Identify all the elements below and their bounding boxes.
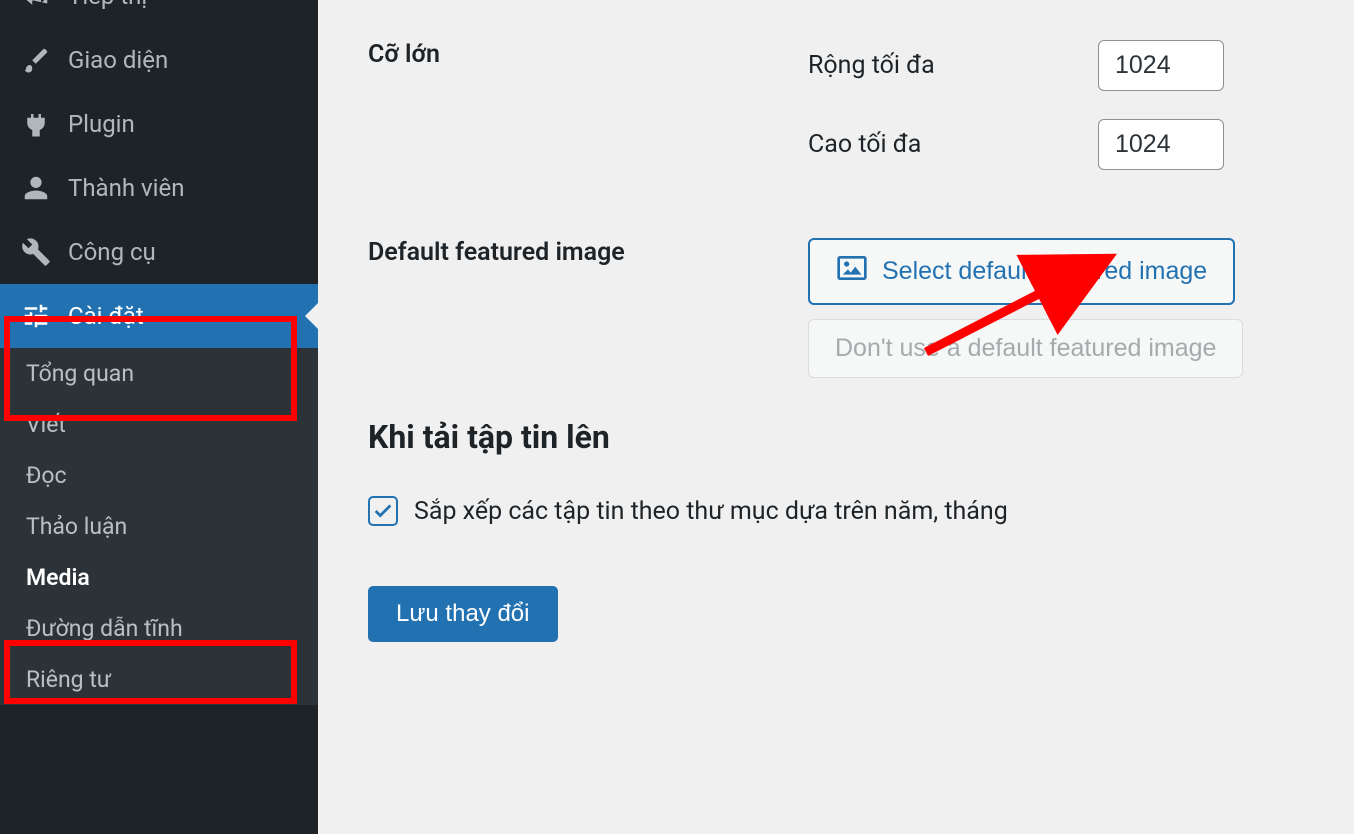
brush-icon xyxy=(20,44,52,76)
save-changes-button[interactable]: Lưu thay đổi xyxy=(368,586,558,642)
sidebar-item-label: Plugin xyxy=(68,110,135,138)
settings-content: Cỡ lớn Rộng tối đa Cao tối đa Default fe… xyxy=(318,0,1354,834)
organize-uploads-row: Sắp xếp các tập tin theo thư mục dựa trê… xyxy=(368,496,1304,526)
admin-sidebar: Tiếp thị Giao diện Plugin Thành viên Côn… xyxy=(0,0,318,834)
checkmark-icon xyxy=(372,500,394,522)
submenu-reading[interactable]: Đọc xyxy=(0,450,318,501)
organize-uploads-checkbox[interactable] xyxy=(368,496,398,526)
sidebar-item-plugins[interactable]: Plugin xyxy=(0,92,318,156)
wrench-icon xyxy=(20,236,52,268)
submenu-media[interactable]: Media xyxy=(0,552,318,603)
plugin-icon xyxy=(20,108,52,140)
sliders-icon xyxy=(20,300,52,332)
sidebar-item-label: Cài đặt xyxy=(68,302,144,330)
submenu-discussion[interactable]: Thảo luận xyxy=(0,501,318,552)
max-height-label: Cao tối đa xyxy=(808,130,1098,159)
select-featured-image-button[interactable]: Select default featured image xyxy=(808,238,1235,305)
organize-uploads-label: Sắp xếp các tập tin theo thư mục dựa trê… xyxy=(414,497,1008,526)
max-height-input[interactable] xyxy=(1098,119,1224,170)
sidebar-item-marketing[interactable]: Tiếp thị xyxy=(0,0,318,28)
large-size-label: Cỡ lớn xyxy=(368,40,808,198)
megaphone-icon xyxy=(20,0,52,12)
default-featured-image-row: Default featured image Select default fe… xyxy=(368,238,1304,378)
sidebar-item-label: Giao diện xyxy=(68,46,168,74)
sidebar-item-appearance[interactable]: Giao diện xyxy=(0,28,318,92)
select-image-btn-label: Select default featured image xyxy=(882,257,1207,286)
sidebar-item-tools[interactable]: Công cụ xyxy=(0,220,318,284)
max-width-input[interactable] xyxy=(1098,40,1224,91)
submenu-privacy[interactable]: Riêng tư xyxy=(0,654,318,705)
max-width-label: Rộng tối đa xyxy=(808,51,1098,80)
submenu-permalinks[interactable]: Đường dẫn tĩnh xyxy=(0,603,318,654)
submenu-writing[interactable]: Viết xyxy=(0,399,318,450)
upload-section-heading: Khi tải tập tin lên xyxy=(368,418,1304,456)
sidebar-item-settings[interactable]: Cài đặt xyxy=(0,284,318,348)
submenu-general[interactable]: Tổng quan xyxy=(0,348,318,399)
sidebar-item-label: Thành viên xyxy=(68,174,184,202)
sidebar-item-users[interactable]: Thành viên xyxy=(0,156,318,220)
sidebar-item-label: Công cụ xyxy=(68,238,156,266)
dfi-label: Default featured image xyxy=(368,238,808,378)
dont-use-btn-label: Don't use a default featured image xyxy=(835,334,1216,363)
user-icon xyxy=(20,172,52,204)
image-icon xyxy=(836,252,868,291)
sidebar-item-label: Tiếp thị xyxy=(68,0,147,10)
large-size-row: Cỡ lớn Rộng tối đa Cao tối đa xyxy=(368,40,1304,198)
dont-use-featured-image-button: Don't use a default featured image xyxy=(808,319,1243,378)
